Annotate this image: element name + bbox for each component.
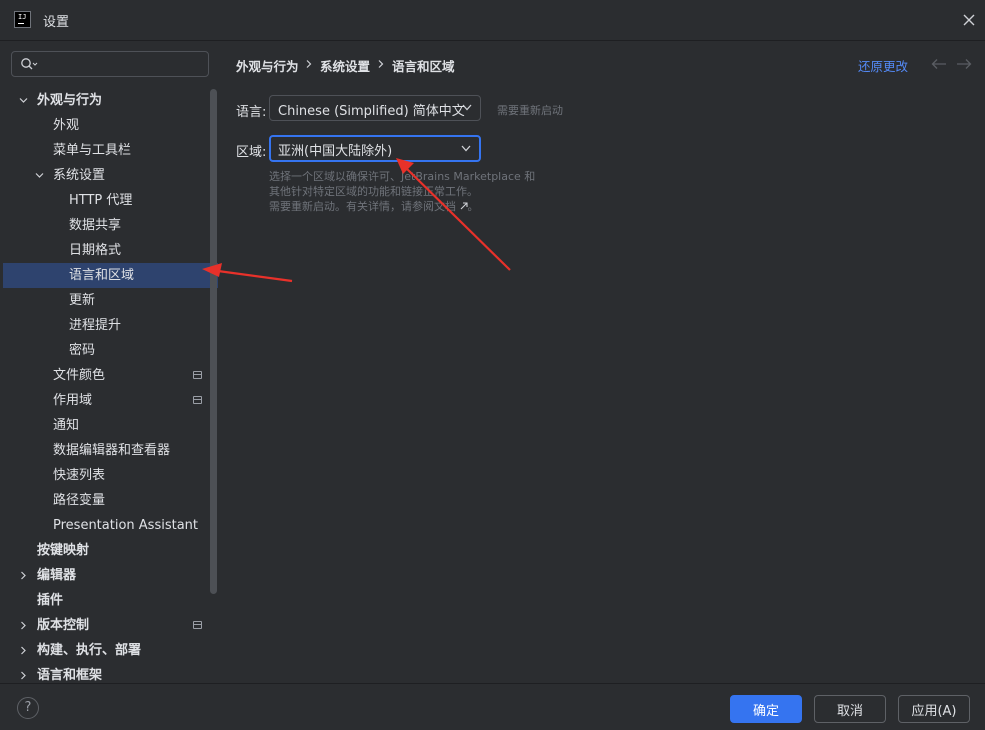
apply-button[interactable]: 应用(A) bbox=[898, 695, 970, 723]
sidebar-item[interactable]: 外观 bbox=[3, 113, 218, 138]
sidebar-item-label: 插件 bbox=[37, 593, 64, 608]
region-value: 亚洲(中国大陆除外) bbox=[278, 144, 393, 159]
sidebar-item[interactable]: 密码 bbox=[3, 338, 218, 363]
sidebar-item-label: 日期格式 bbox=[69, 243, 122, 258]
breadcrumb-current: 语言和区域 bbox=[392, 59, 455, 74]
sidebar-item[interactable]: 菜单与工具栏 bbox=[3, 138, 218, 163]
sidebar-item-label: Presentation Assistant bbox=[53, 518, 198, 533]
sidebar-item[interactable]: 通知 bbox=[3, 413, 218, 438]
sidebar-item[interactable]: HTTP 代理 bbox=[3, 188, 218, 213]
search-box[interactable] bbox=[11, 51, 209, 77]
sidebar-item-label: 进程提升 bbox=[69, 318, 122, 333]
chevron-down-icon[interactable] bbox=[35, 171, 44, 180]
region-desc-line: 需要重新启动。有关详情，请参阅文档 。 bbox=[269, 199, 559, 214]
region-desc-line: 选择一个区域以确保许可、JetBrains Marketplace 和 bbox=[269, 170, 536, 183]
language-dropdown[interactable]: Chinese (Simplified) 简体中文 bbox=[269, 95, 481, 121]
sidebar-item[interactable]: 按键映射 bbox=[3, 538, 218, 563]
breadcrumb-item[interactable]: 系统设置 bbox=[320, 56, 370, 75]
settings-content: 外观与行为 系统设置 语言和区域 还原更改 语言: Chinese (Simpl… bbox=[219, 41, 985, 683]
sidebar-item-label: HTTP 代理 bbox=[69, 193, 133, 208]
sidebar-scrollbar[interactable] bbox=[210, 89, 217, 594]
sidebar-item-label: 版本控制 bbox=[37, 618, 90, 633]
sidebar-item[interactable]: 数据共享 bbox=[3, 213, 218, 238]
sidebar-item-label: 数据编辑器和查看器 bbox=[53, 443, 171, 458]
sidebar-item[interactable]: 版本控制 bbox=[3, 613, 218, 638]
sidebar-item-label: 编辑器 bbox=[37, 568, 77, 583]
sidebar-item[interactable]: 外观与行为 bbox=[3, 88, 218, 113]
language-value: Chinese (Simplified) 简体中文 bbox=[278, 104, 465, 119]
back-arrow-icon[interactable] bbox=[931, 58, 947, 70]
sidebar-item-label: 作用域 bbox=[53, 393, 93, 408]
chevron-down-icon[interactable] bbox=[19, 96, 28, 105]
region-desc-text: 。 bbox=[467, 200, 479, 213]
project-icon bbox=[193, 621, 202, 629]
sidebar-item-label: 文件颜色 bbox=[53, 368, 106, 383]
sidebar-item[interactable]: 编辑器 bbox=[3, 563, 218, 588]
sidebar-item[interactable]: 文件颜色 bbox=[3, 363, 218, 388]
sidebar-item-label: 系统设置 bbox=[53, 168, 106, 183]
documentation-link[interactable]: 文档 bbox=[434, 200, 468, 213]
chevron-right-icon[interactable] bbox=[19, 621, 28, 630]
sidebar-item[interactable]: 作用域 bbox=[3, 388, 218, 413]
chevron-right-icon[interactable] bbox=[19, 571, 28, 580]
title-bar: IJ 设置 bbox=[0, 0, 985, 40]
chevron-right-icon[interactable] bbox=[19, 646, 28, 655]
forward-arrow-icon[interactable] bbox=[956, 58, 972, 70]
sidebar-item[interactable]: 更新 bbox=[3, 288, 218, 313]
documentation-link-label: 文档 bbox=[434, 200, 456, 213]
sidebar-item[interactable]: 日期格式 bbox=[3, 238, 218, 263]
sidebar-item-label: 密码 bbox=[69, 343, 96, 358]
sidebar-item[interactable]: 语言和框架 bbox=[3, 663, 218, 683]
region-desc-line: 其他针对特定区域的功能和链接正常工作。 bbox=[269, 185, 478, 198]
region-dropdown[interactable]: 亚洲(中国大陆除外) bbox=[269, 135, 481, 162]
chevron-right-icon bbox=[306, 60, 312, 68]
sidebar-item[interactable]: 进程提升 bbox=[3, 313, 218, 338]
revert-changes-link[interactable]: 还原更改 bbox=[858, 56, 908, 75]
sidebar-item-label: 构建、执行、部署 bbox=[37, 643, 142, 658]
sidebar-item[interactable]: 路径变量 bbox=[3, 488, 218, 513]
language-label: 语言: bbox=[236, 105, 267, 120]
sidebar-item[interactable]: 插件 bbox=[3, 588, 218, 613]
intellij-logo-icon: IJ bbox=[14, 11, 31, 28]
chevron-right-icon[interactable] bbox=[19, 671, 28, 680]
cancel-button[interactable]: 取消 bbox=[814, 695, 886, 723]
sidebar-item-label: 菜单与工具栏 bbox=[53, 143, 132, 158]
sidebar-item-label: 按键映射 bbox=[37, 543, 90, 558]
sidebar-item[interactable]: 构建、执行、部署 bbox=[3, 638, 218, 663]
search-icon bbox=[21, 58, 38, 70]
close-icon bbox=[963, 14, 975, 26]
region-desc-text: 需要重新启动。有关详情，请参阅 bbox=[269, 200, 434, 213]
sidebar-item[interactable]: Presentation Assistant bbox=[3, 513, 218, 538]
project-icon bbox=[193, 371, 202, 379]
search-input[interactable] bbox=[44, 54, 194, 74]
help-button[interactable]: ? bbox=[17, 697, 39, 719]
breadcrumb-item[interactable]: 外观与行为 bbox=[236, 56, 299, 75]
sidebar-item[interactable]: 快速列表 bbox=[3, 463, 218, 488]
region-description: 选择一个区域以确保许可、JetBrains Marketplace 和 其他针对… bbox=[269, 169, 559, 214]
sidebar-item-label: 数据共享 bbox=[69, 218, 122, 233]
sidebar-item-label: 更新 bbox=[69, 293, 96, 308]
dialog-footer: ? 确定 取消 应用(A) bbox=[0, 684, 985, 730]
sidebar-item[interactable]: 语言和区域 bbox=[3, 263, 218, 288]
ok-button[interactable]: 确定 bbox=[730, 695, 802, 723]
window-title: 设置 bbox=[43, 15, 70, 30]
chevron-down-icon bbox=[462, 104, 472, 111]
sidebar-item-label: 语言和框架 bbox=[37, 668, 103, 683]
sidebar-item-label: 外观与行为 bbox=[37, 93, 103, 108]
chevron-right-icon bbox=[378, 60, 384, 68]
project-icon bbox=[193, 396, 202, 404]
close-button[interactable] bbox=[958, 9, 980, 31]
chevron-down-icon bbox=[461, 145, 471, 152]
settings-sidebar: 外观与行为外观菜单与工具栏 系统设置 HTTP 代理 数据共享日期格式语言和区域更新进… bbox=[0, 41, 218, 683]
restart-hint: 需要重新启动 bbox=[497, 104, 563, 117]
sidebar-item-label: 通知 bbox=[53, 418, 80, 433]
sidebar-item-label: 外观 bbox=[53, 118, 80, 133]
sidebar-item[interactable]: 数据编辑器和查看器 bbox=[3, 438, 218, 463]
sidebar-item-label: 路径变量 bbox=[53, 493, 106, 508]
region-label: 区域: bbox=[236, 145, 267, 160]
sidebar-item-label: 语言和区域 bbox=[69, 268, 135, 283]
sidebar-item-label: 快速列表 bbox=[53, 468, 106, 483]
sidebar-item[interactable]: 系统设置 bbox=[3, 163, 218, 188]
external-link-icon bbox=[460, 202, 468, 210]
